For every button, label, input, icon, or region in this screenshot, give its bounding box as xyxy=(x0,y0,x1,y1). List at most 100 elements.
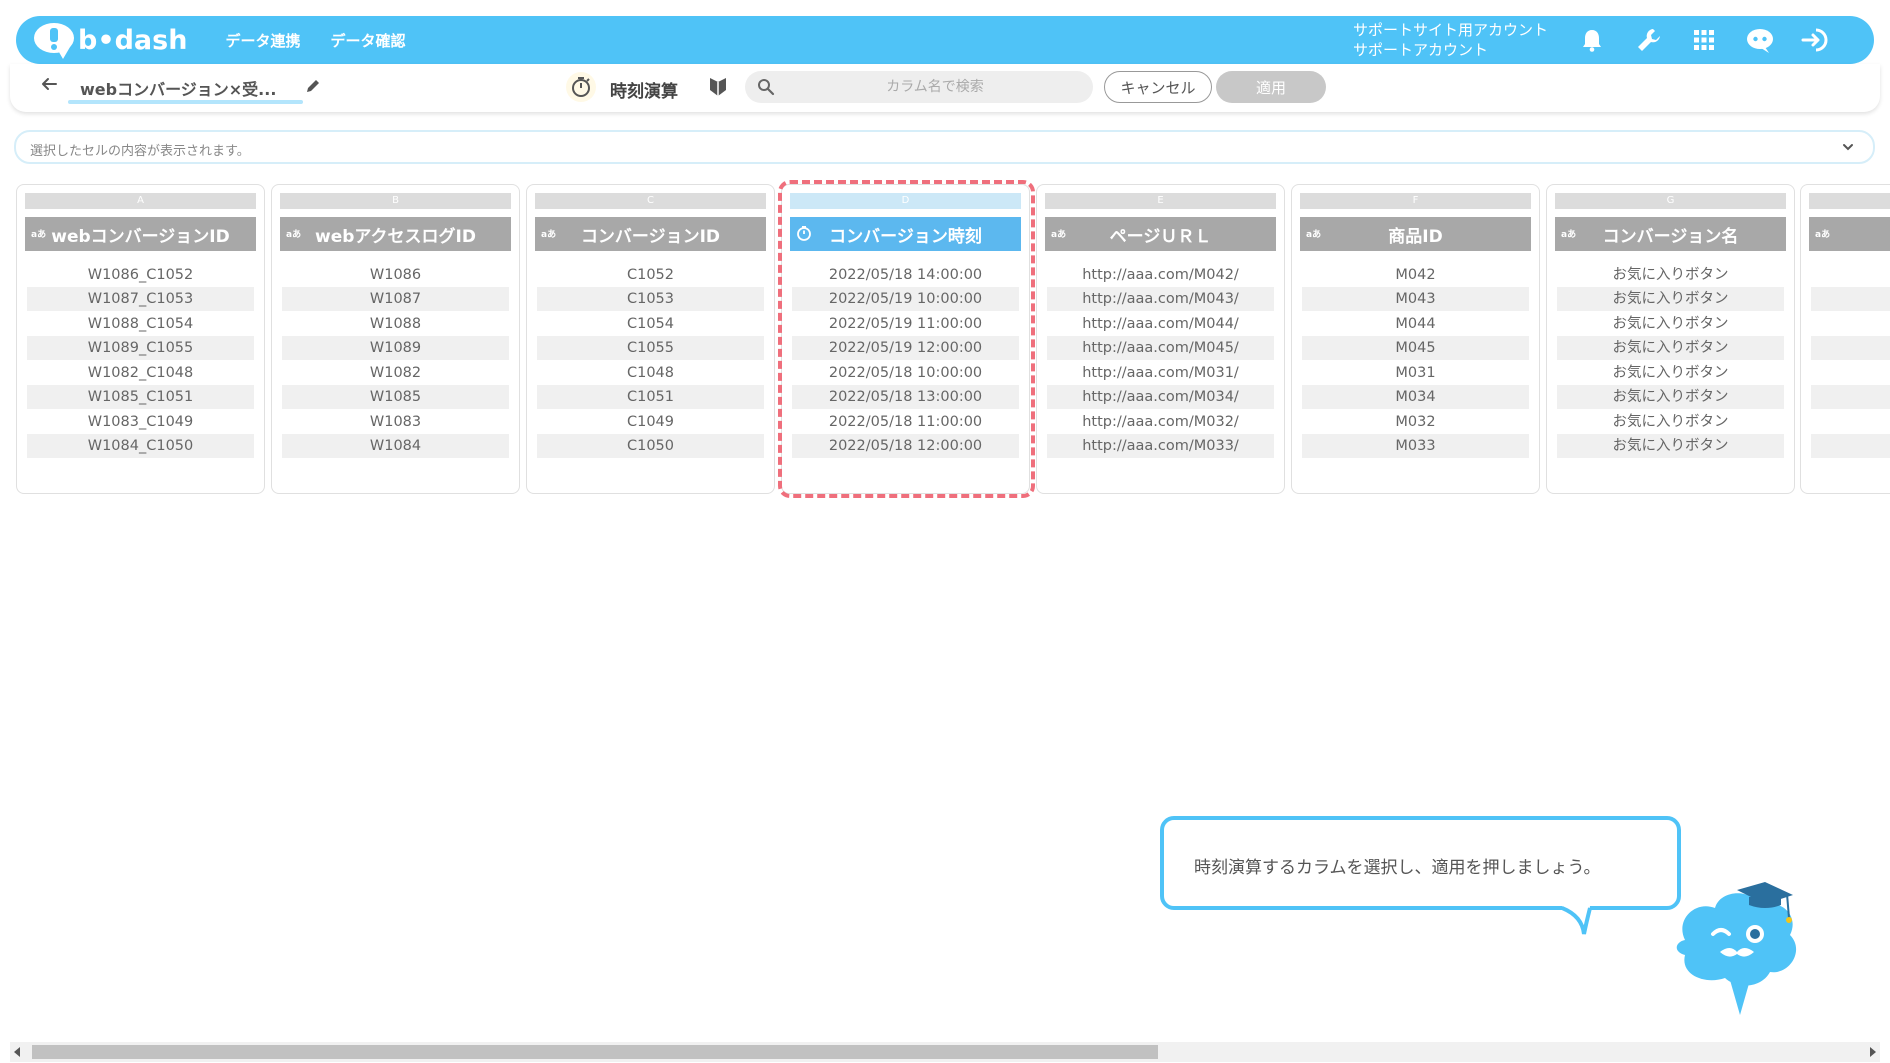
table-cell[interactable]: W1086_C1052 xyxy=(27,263,254,287)
table-cell[interactable]: お気に入りボタン xyxy=(1557,312,1784,336)
table-cell[interactable]: 2022/05/18 14:00:00 xyxy=(792,263,1019,287)
table-cell[interactable]: http://aaa.com/M042/ xyxy=(1047,263,1274,287)
table-cell[interactable]: W1089 xyxy=(282,336,509,360)
table-cell[interactable]: W1084 xyxy=(282,434,509,458)
cell-content-bar[interactable]: 選択したセルの内容が表示されます。 xyxy=(14,130,1875,164)
table-cell[interactable]: M034 xyxy=(1302,385,1529,409)
table-cell[interactable]: M031 xyxy=(1302,361,1529,385)
page-title[interactable]: webコンバージョン×受... xyxy=(80,76,302,100)
column-header[interactable]: aあ webコンバージョンID xyxy=(25,217,256,251)
table-cell[interactable]: W1086 xyxy=(282,263,509,287)
column-letter: C xyxy=(535,193,766,209)
column-d[interactable]: D コンバージョン時刻 2022/05/18 14:00:00 2022/05/19 … xyxy=(781,184,1030,494)
table-cell[interactable]: 2022/05/19 11:00:00 xyxy=(792,312,1019,336)
table-cell[interactable]: W1087_C1053 xyxy=(27,287,254,311)
table-cell[interactable]: http://aaa.com/M032/ xyxy=(1047,410,1274,434)
table-cell[interactable]: M044 xyxy=(1302,312,1529,336)
table-cell[interactable]: M045 xyxy=(1302,336,1529,360)
table-cell[interactable]: M043 xyxy=(1302,287,1529,311)
table-cell[interactable]: C1054 xyxy=(537,312,764,336)
column-header[interactable]: aあ 商品ID xyxy=(1300,217,1531,251)
scroll-right-arrow-icon[interactable] xyxy=(1870,1047,1876,1057)
horizontal-scrollbar[interactable] xyxy=(10,1042,1880,1062)
column-c[interactable]: Caあ コンバージョンID C1052 C1053 C1054 C1055 C1048 C10… xyxy=(526,184,775,494)
logo-bubble-icon xyxy=(34,23,74,59)
column-partial[interactable]: aあ xyxy=(1800,184,1890,494)
column-b[interactable]: Baあ webアクセスログID W1086 W1087 W1088 W1089 W1082 W… xyxy=(271,184,520,494)
apps-grid-icon[interactable] xyxy=(1688,24,1720,56)
table-cell[interactable]: C1053 xyxy=(537,287,764,311)
table-cell[interactable]: http://aaa.com/M045/ xyxy=(1047,336,1274,360)
text-type-badge: aあ xyxy=(1561,230,1577,240)
table-cell[interactable]: http://aaa.com/M033/ xyxy=(1047,434,1274,458)
table-cell[interactable]: W1088 xyxy=(282,312,509,336)
table-cell[interactable]: C1055 xyxy=(537,336,764,360)
table-cell[interactable]: C1050 xyxy=(537,434,764,458)
table-cell[interactable]: http://aaa.com/M043/ xyxy=(1047,287,1274,311)
beginner-mark-icon[interactable] xyxy=(708,76,728,102)
column-e[interactable]: Eaあ ページＵＲＬ http://aaa.com/M042/http://aaa.… xyxy=(1036,184,1285,494)
table-cell[interactable]: W1082_C1048 xyxy=(27,361,254,385)
chevron-down-icon[interactable] xyxy=(1841,139,1855,158)
column-header-label: ページＵＲＬ xyxy=(1109,226,1212,247)
table-cell[interactable]: W1089_C1055 xyxy=(27,336,254,360)
column-g[interactable]: Gaあ コンバージョン名 お気に入りボタン お気に入りボタン お気に入りボタン お気に入り… xyxy=(1546,184,1795,494)
table-cell[interactable]: お気に入りボタン xyxy=(1557,434,1784,458)
back-arrow-icon[interactable] xyxy=(40,74,58,98)
table-cell[interactable]: W1082 xyxy=(282,361,509,385)
table-cell[interactable]: お気に入りボタン xyxy=(1557,385,1784,409)
table-cell[interactable]: W1085_C1051 xyxy=(27,385,254,409)
apply-button[interactable]: 適用 xyxy=(1216,71,1326,103)
table-cell[interactable]: http://aaa.com/M034/ xyxy=(1047,385,1274,409)
table-cell[interactable]: W1087 xyxy=(282,287,509,311)
table-cell[interactable]: W1088_C1054 xyxy=(27,312,254,336)
table-cell[interactable]: C1049 xyxy=(537,410,764,434)
table-cell[interactable]: 2022/05/19 12:00:00 xyxy=(792,336,1019,360)
column-header[interactable]: コンバージョン時刻 xyxy=(790,217,1021,251)
column-header[interactable]: aあ ページＵＲＬ xyxy=(1045,217,1276,251)
text-type-badge: aあ xyxy=(31,230,47,240)
table-cell[interactable]: お気に入りボタン xyxy=(1557,410,1784,434)
table-cell[interactable]: お気に入りボタン xyxy=(1557,361,1784,385)
table-cell[interactable]: お気に入りボタン xyxy=(1557,336,1784,360)
table-cell[interactable]: W1083_C1049 xyxy=(27,410,254,434)
cancel-button[interactable]: キャンセル xyxy=(1104,71,1212,103)
table-cell[interactable]: W1083 xyxy=(282,410,509,434)
nav-data-check[interactable]: データ確認 xyxy=(330,30,405,51)
table-cell[interactable]: M042 xyxy=(1302,263,1529,287)
table-cell[interactable]: 2022/05/18 10:00:00 xyxy=(792,361,1019,385)
table-cell[interactable]: http://aaa.com/M031/ xyxy=(1047,361,1274,385)
table-cell[interactable]: M032 xyxy=(1302,410,1529,434)
table-cell[interactable]: C1052 xyxy=(537,263,764,287)
table-cell[interactable]: C1051 xyxy=(537,385,764,409)
table-cell[interactable]: W1085 xyxy=(282,385,509,409)
table-cell[interactable]: 2022/05/19 10:00:00 xyxy=(792,287,1019,311)
nav-data-link[interactable]: データ連携 xyxy=(225,30,300,51)
search-input[interactable] xyxy=(785,71,1085,103)
table-cell[interactable]: 2022/05/18 11:00:00 xyxy=(792,410,1019,434)
scroll-left-arrow-icon[interactable] xyxy=(14,1047,20,1057)
wrench-icon[interactable] xyxy=(1633,24,1665,56)
column-f[interactable]: Faあ 商品ID M042 M043 M044 M045 M031 M034 M032 M033 xyxy=(1291,184,1540,494)
table-cell[interactable]: 2022/05/18 12:00:00 xyxy=(792,434,1019,458)
column-a[interactable]: Aaあ webコンバージョンID W1086_C1052 W1087_C1053 W10… xyxy=(16,184,265,494)
column-letter: F xyxy=(1300,193,1531,209)
column-header[interactable]: aあ コンバージョン名 xyxy=(1555,217,1786,251)
bell-icon[interactable] xyxy=(1576,24,1608,56)
table-cell[interactable]: 2022/05/18 13:00:00 xyxy=(792,385,1019,409)
table-cell[interactable]: M033 xyxy=(1302,434,1529,458)
column-header[interactable]: aあ コンバージョンID xyxy=(535,217,766,251)
cell-content-text: 選択したセルの内容が表示されます。 xyxy=(30,144,250,159)
scrollbar-thumb[interactable] xyxy=(32,1045,1158,1059)
account-info[interactable]: サポートサイト用アカウント サポートアカウント xyxy=(1353,20,1548,60)
support-bot-icon[interactable] xyxy=(1744,24,1776,56)
table-cell[interactable]: C1048 xyxy=(537,361,764,385)
pencil-icon[interactable] xyxy=(304,77,322,99)
column-header[interactable]: aあ webアクセスログID xyxy=(280,217,511,251)
table-cell[interactable]: お気に入りボタン xyxy=(1557,263,1784,287)
table-cell[interactable]: お気に入りボタン xyxy=(1557,287,1784,311)
table-cell[interactable]: W1084_C1050 xyxy=(27,434,254,458)
table-cell[interactable]: http://aaa.com/M044/ xyxy=(1047,312,1274,336)
app-logo[interactable]: b•dash xyxy=(34,16,187,64)
logout-icon[interactable] xyxy=(1800,24,1832,56)
